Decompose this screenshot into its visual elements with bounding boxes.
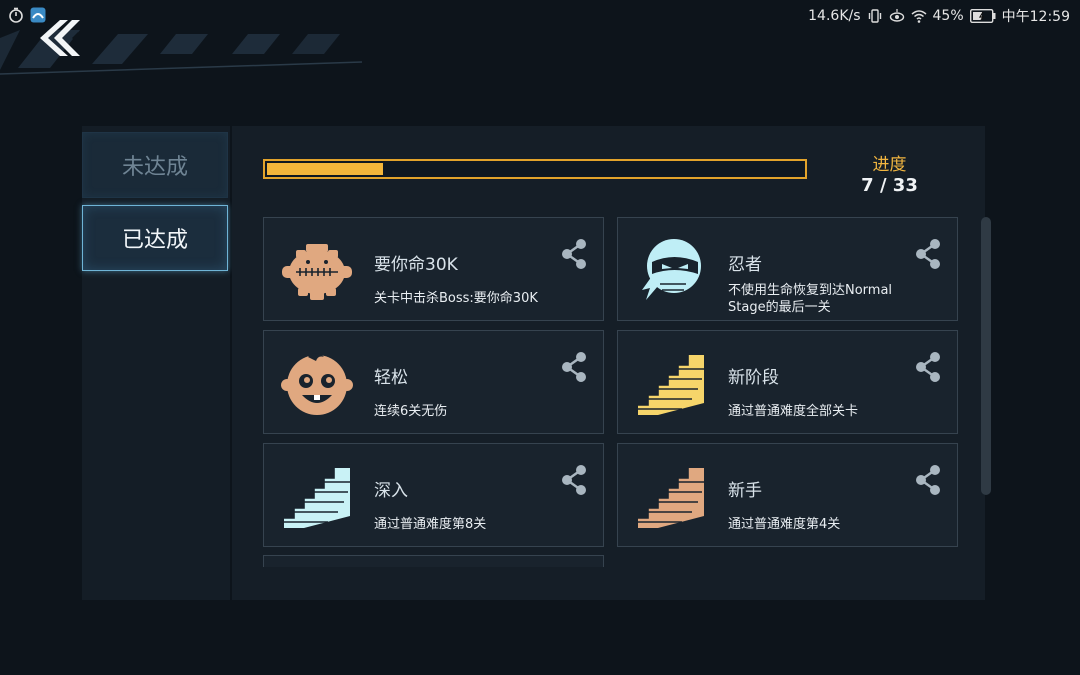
achievement-description: 关卡中击杀Boss:要你命30K bbox=[374, 291, 538, 306]
vibrate-icon bbox=[868, 9, 881, 23]
achievement-card[interactable]: 要你命30K 关卡中击杀Boss:要你命30K bbox=[263, 217, 604, 321]
share-icon[interactable] bbox=[913, 238, 943, 270]
tab-achieved[interactable]: 已达成 bbox=[82, 205, 228, 271]
progress-bar bbox=[263, 159, 807, 179]
achievement-title: 要你命30K bbox=[374, 255, 458, 275]
stairs-icon bbox=[638, 468, 704, 528]
share-icon[interactable] bbox=[913, 464, 943, 496]
progress-total: 33 bbox=[892, 175, 918, 196]
ninja-icon bbox=[642, 239, 701, 300]
share-icon[interactable] bbox=[559, 464, 589, 496]
share-icon[interactable] bbox=[913, 351, 943, 383]
tab-label: 已达成 bbox=[121, 228, 188, 253]
achievement-card[interactable]: 新手 通过普通难度第4关 bbox=[617, 443, 958, 547]
achievement-title: 轻松 bbox=[374, 368, 408, 388]
share-icon[interactable] bbox=[559, 238, 589, 270]
achievement-description: 连续6关无伤 bbox=[374, 404, 448, 419]
achievements-panel: 进度 7 / 33 要你命30K 关卡中击杀Boss:要你命30K 忍者 不使用… bbox=[232, 126, 985, 600]
achievement-description: 通过普通难度全部关卡 bbox=[728, 404, 859, 419]
progress-label: 进度 bbox=[872, 155, 907, 175]
achievement-title: 新手 bbox=[728, 481, 762, 501]
tab-label: 未达成 bbox=[121, 155, 188, 180]
achievement-card[interactable]: 深入 通过普通难度第8关 bbox=[263, 443, 604, 547]
boss-gear-icon bbox=[282, 244, 352, 300]
stairs-icon bbox=[638, 355, 704, 415]
achievement-card[interactable]: 忍者 不使用生命恢复到达Normal Stage的最后一关 bbox=[617, 217, 958, 321]
achievement-card[interactable]: 新阶段 通过普通难度全部关卡 bbox=[617, 330, 958, 434]
progress-current: 7 bbox=[861, 175, 874, 196]
scrollbar[interactable] bbox=[981, 217, 991, 495]
achievement-description: 通过普通难度第8关 bbox=[374, 517, 487, 532]
clock: 中午12:59 bbox=[1001, 9, 1070, 25]
achievement-card[interactable]: 轻松 连续6关无伤 bbox=[263, 330, 604, 434]
achievement-title: 忍者 bbox=[728, 255, 762, 275]
baby-face-icon bbox=[281, 353, 353, 415]
eye-comfort-icon bbox=[889, 9, 904, 22]
share-icon[interactable] bbox=[559, 351, 589, 383]
battery-percent: 45% bbox=[932, 8, 964, 24]
network-speed: 14.6K/s bbox=[808, 8, 861, 24]
achievement-card-partial[interactable] bbox=[263, 555, 604, 567]
back-button[interactable] bbox=[38, 18, 84, 58]
progress-count: 7 / 33 bbox=[822, 175, 957, 196]
achievement-title: 新阶段 bbox=[728, 368, 779, 388]
battery-icon bbox=[969, 9, 996, 23]
sidebar: 未达成 已达成 bbox=[82, 126, 230, 600]
stairs-icon bbox=[284, 468, 350, 528]
achievement-description: 通过普通难度第4关 bbox=[728, 517, 841, 532]
progress-fill bbox=[267, 163, 383, 175]
achievement-description: 不使用生命恢复到达Normal Stage的最后一关 bbox=[728, 283, 893, 315]
wifi-icon bbox=[911, 10, 927, 23]
tab-unachieved[interactable]: 未达成 bbox=[82, 132, 228, 198]
progress-separator: / bbox=[879, 175, 887, 196]
achievement-title: 深入 bbox=[374, 481, 408, 501]
